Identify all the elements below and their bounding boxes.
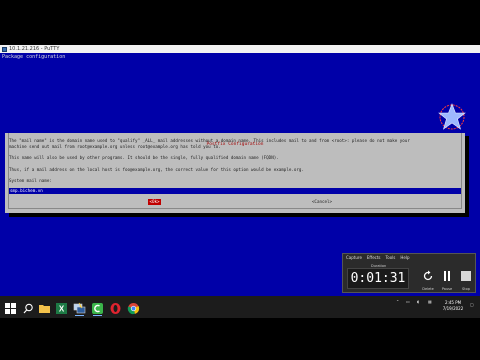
tray-chevron-icon[interactable]: ⌃ <box>396 299 399 304</box>
windows-start-icon[interactable] <box>4 300 17 314</box>
dialog-text-line: This name will also be used by other pro… <box>9 155 279 160</box>
dialog-shadow <box>465 136 469 217</box>
ok-button[interactable]: <Ok> <box>148 199 161 205</box>
pause-button[interactable]: Pause <box>439 267 455 291</box>
stop-icon <box>461 271 471 281</box>
camtasia-icon[interactable] <box>91 300 104 316</box>
network-icon[interactable]: ▭ <box>406 299 410 304</box>
camtasia-recorder-panel: Capture Effects Tools Help Duration 0:01… <box>342 253 476 293</box>
delete-label: Delete <box>422 287 434 291</box>
putty-icon <box>2 46 7 52</box>
file-explorer-icon[interactable] <box>38 300 51 313</box>
system-clock[interactable]: 2:45 PM 7/19/2022 <box>440 300 466 312</box>
title-bar[interactable]: 10.1.21.216 - PuTTY <box>0 45 480 53</box>
excel-icon[interactable]: X <box>55 300 68 314</box>
putty-icon[interactable] <box>73 300 86 316</box>
restart-icon <box>423 270 433 281</box>
taskbar: X ⌃ ▭ ◖ ▦ 2:45 PM 7/19/2022 ▢ <box>0 296 480 318</box>
menu-effects[interactable]: Effects <box>367 255 381 260</box>
pause-label: Pause <box>441 287 453 291</box>
menu-capture[interactable]: Capture <box>346 255 362 260</box>
cancel-button[interactable]: <Cancel> <box>311 199 333 205</box>
menu-tools[interactable]: Tools <box>386 255 396 260</box>
system-mail-name-label: System mail name: <box>9 178 52 183</box>
package-configuration-header: Package configuration <box>2 54 66 60</box>
system-mail-name-input[interactable]: smp.bichem.vn <box>9 188 461 194</box>
clock-date: 7/19/2022 <box>442 306 464 311</box>
search-icon[interactable] <box>22 300 35 314</box>
stop-label: Stop <box>462 287 470 291</box>
pause-icon <box>444 271 450 281</box>
svg-text:X: X <box>59 305 65 314</box>
menu-help[interactable]: Help <box>400 255 409 260</box>
window-title: 10.1.21.216 - PuTTY <box>9 46 60 52</box>
opera-icon[interactable] <box>109 300 122 314</box>
input-value: smp.bichem.vn <box>10 188 43 193</box>
dialog-text-line: machine send out mail from root@example.… <box>9 144 221 149</box>
dialog-text-line: Thus, if a mail address on the local hos… <box>9 167 304 172</box>
volume-icon[interactable]: ◖ <box>417 299 419 304</box>
dialog-text-line: The "mail name" is the domain name used … <box>9 138 410 143</box>
keyboard-icon[interactable]: ▦ <box>428 299 432 304</box>
chrome-icon[interactable] <box>127 300 140 315</box>
notification-icon[interactable]: ▢ <box>470 302 474 307</box>
postfix-dialog: Postfix Configuration The "mail name" is… <box>5 133 465 213</box>
delete-button[interactable]: Delete <box>420 267 436 291</box>
recording-timer: 0:01:31 <box>347 268 409 289</box>
stop-button[interactable]: Stop <box>458 267 474 291</box>
dialog-shadow <box>9 213 469 217</box>
